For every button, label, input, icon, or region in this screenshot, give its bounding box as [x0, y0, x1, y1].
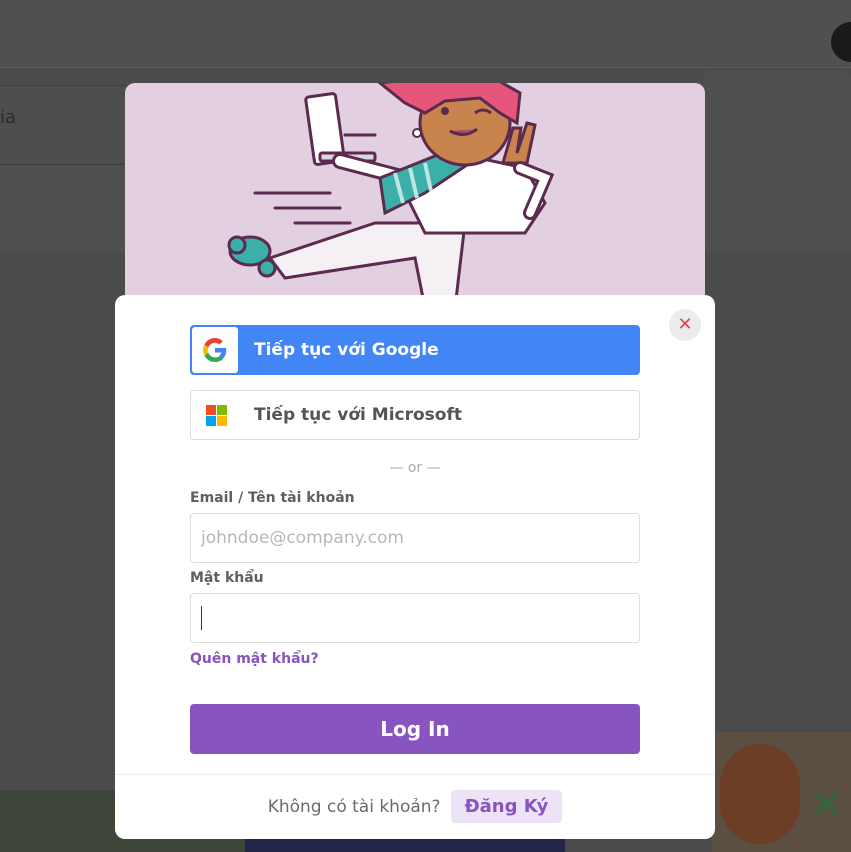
- background-topbar: [0, 0, 851, 68]
- password-field[interactable]: [190, 593, 640, 643]
- signup-footer: Không có tài khoản? Đăng Ký: [115, 790, 715, 823]
- continue-with-google-button[interactable]: Tiếp tục với Google: [190, 325, 640, 375]
- login-button[interactable]: Log In: [190, 704, 640, 754]
- google-button-label: Tiếp tục với Google: [254, 340, 439, 360]
- avatar-illustration: [720, 744, 800, 844]
- continue-with-microsoft-button[interactable]: Tiếp tục với Microsoft: [190, 390, 640, 440]
- signup-button[interactable]: Đăng Ký: [450, 790, 563, 823]
- x-mark-icon: ✕: [810, 782, 844, 828]
- login-modal: ✕ Tiếp tục với Google Tiếp tục với Micro…: [115, 295, 715, 839]
- footer-divider: [115, 774, 715, 775]
- email-label: Email / Tên tài khoản: [190, 490, 355, 506]
- email-field[interactable]: [190, 513, 640, 563]
- character-illustration: [227, 83, 555, 310]
- password-label: Mật khẩu: [190, 570, 264, 586]
- microsoft-button-label: Tiếp tục với Microsoft: [254, 405, 462, 425]
- forgot-password-link[interactable]: Quên mật khẩu?: [190, 651, 319, 667]
- google-logo-icon: [192, 327, 238, 373]
- background-thumbnail: ✕: [712, 732, 851, 852]
- close-icon[interactable]: ✕: [669, 309, 701, 341]
- microsoft-logo-icon: [206, 404, 227, 426]
- no-account-text: Không có tài khoản?: [267, 796, 441, 817]
- login-illustration: [125, 83, 705, 313]
- background-card: [703, 70, 851, 250]
- or-separator: — or —: [389, 460, 441, 476]
- background-search-text: ia: [0, 107, 17, 128]
- text-cursor: [201, 606, 202, 630]
